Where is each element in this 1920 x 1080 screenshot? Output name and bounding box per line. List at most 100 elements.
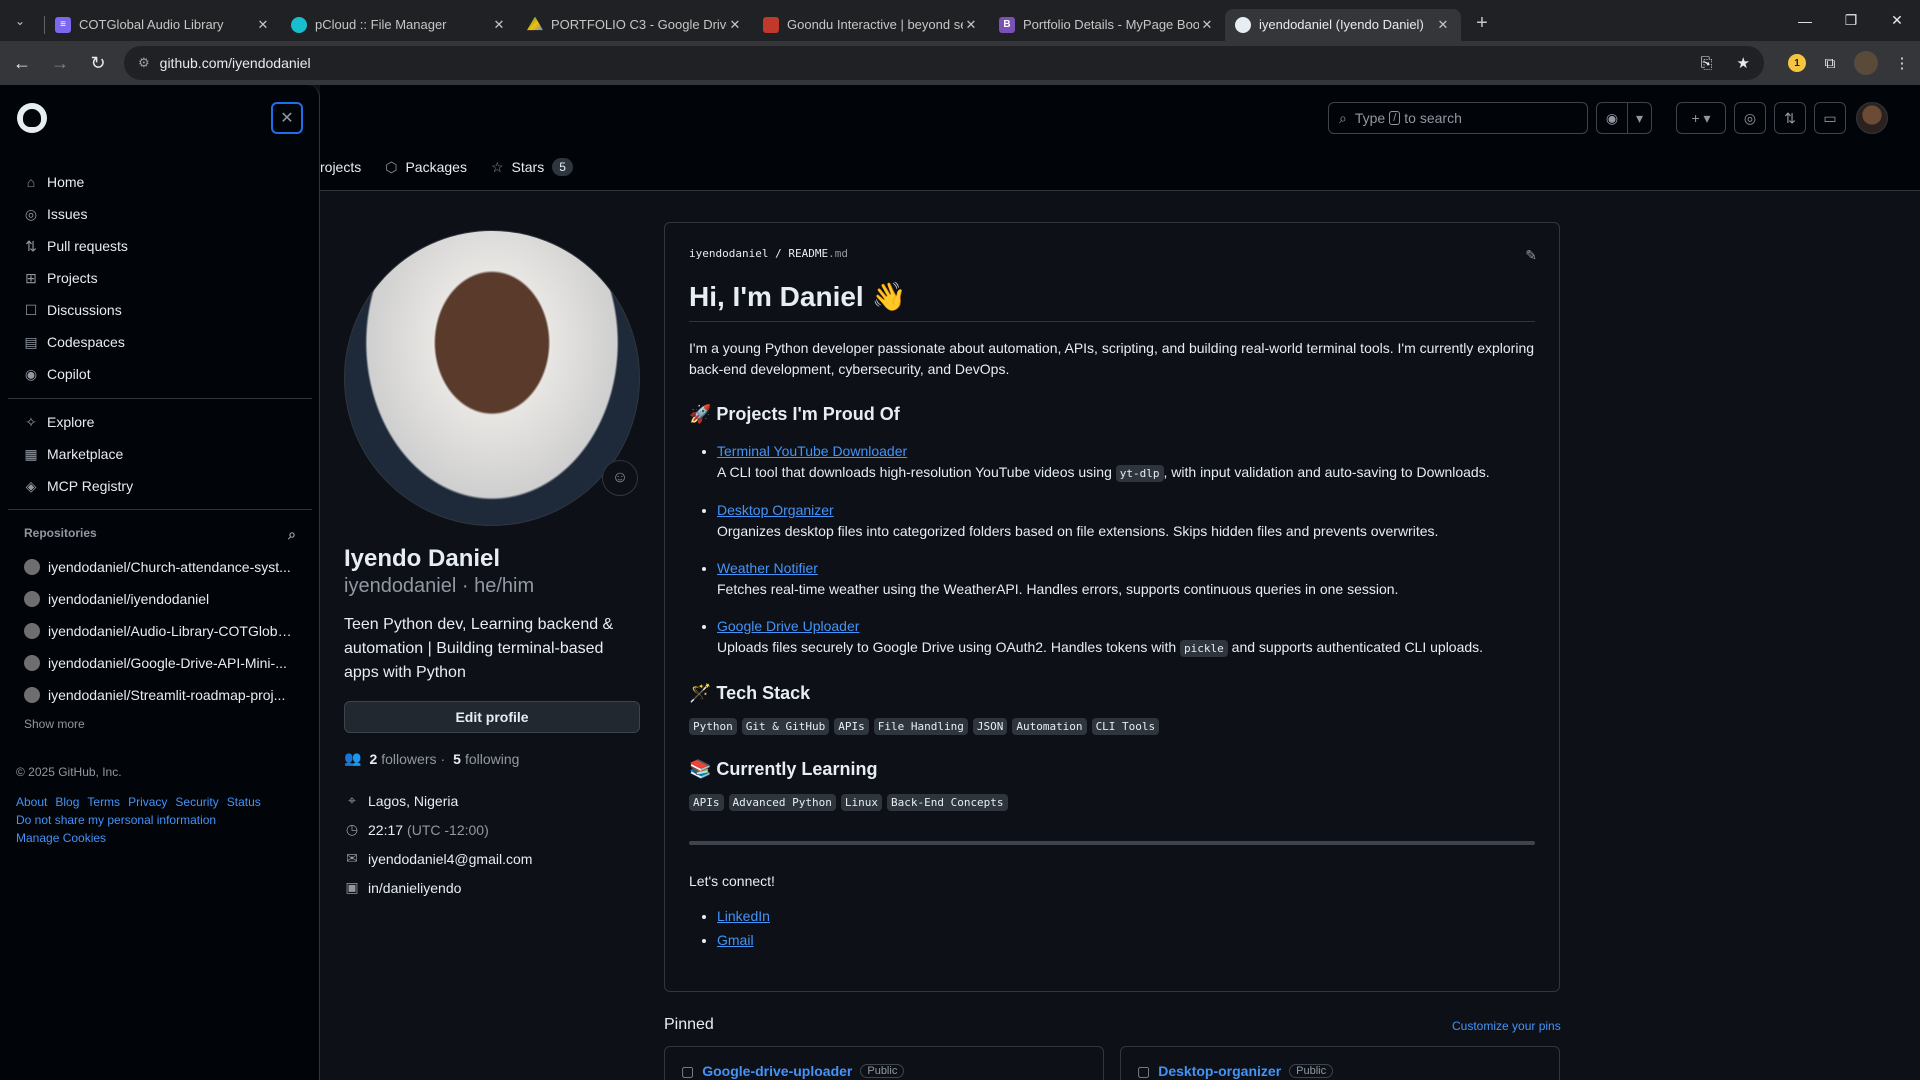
pinned-repo-card[interactable]: ▢ Google-drive-uploader Public [664,1046,1104,1080]
copilot-button[interactable]: ◉ [1596,102,1628,134]
following-count[interactable]: 5 [453,751,461,767]
extension-icon[interactable]: 1 [1788,54,1806,72]
inbox-icon[interactable]: ▭ [1814,102,1846,134]
readme-path-user[interactable]: iyendodaniel [689,247,768,260]
set-status-smiley-icon[interactable]: ☺ [602,460,638,496]
edit-profile-button[interactable]: Edit profile [344,701,640,733]
footer-link-about[interactable]: About [16,795,47,809]
user-avatar[interactable] [1856,102,1888,134]
close-tab-icon[interactable]: ✕ [963,17,979,33]
search-input[interactable]: ⌕ Type / to search [1328,102,1588,134]
browser-tab[interactable]: Goondu Interactive | beyond se ✕ [753,9,989,41]
repo-item[interactable]: iyendodaniel/Audio-Library-COTGloba... [8,615,312,647]
following-label[interactable]: following [465,751,519,767]
repo-item[interactable]: iyendodaniel/Google-Drive-API-Mini-... [8,647,312,679]
comment-icon: ☐ [24,301,38,318]
followers-label[interactable]: followers [381,751,436,767]
github-logo-icon[interactable] [17,103,47,133]
profile-avatar[interactable] [344,230,640,526]
footer-link-do-not-share[interactable]: Do not share my personal information [16,813,216,827]
nav-item-home[interactable]: ⌂ Home [8,166,312,198]
project-link[interactable]: Terminal YouTube Downloader [717,443,907,459]
footer-link-terms[interactable]: Terms [87,795,120,809]
close-window-icon[interactable]: ✕ [1874,0,1920,41]
repo-item[interactable]: iyendodaniel/iyendodaniel [8,583,312,615]
browser-tab[interactable]: ≡ COTGlobal Audio Library ✕ [45,9,281,41]
linkedin-link[interactable]: in/danieliyendo [368,880,461,896]
nav-item-explore[interactable]: ✧ Explore [8,406,312,438]
reload-icon[interactable]: ↻ [82,47,114,79]
nav-item-discussions[interactable]: ☐ Discussions [8,294,312,326]
browser-tab[interactable]: B Portfolio Details - MyPage Boot ✕ [989,9,1225,41]
site-info-icon[interactable]: ⚙ [138,55,150,71]
repo-name: iyendodaniel/Audio-Library-COTGloba... [48,623,296,639]
nav-item-issues[interactable]: ◎ Issues [8,198,312,230]
restore-icon[interactable]: ❐ [1828,0,1874,41]
close-drawer-button[interactable]: ✕ [271,102,303,134]
minimize-icon[interactable]: — [1782,0,1828,41]
extensions-puzzle-icon[interactable]: ⧉ [1814,47,1846,79]
browser-tab[interactable]: pCloud :: File Manager ✕ [281,9,517,41]
inline-code: yt-dlp [1115,465,1164,482]
edit-readme-pencil-icon[interactable]: ✎ [1525,247,1537,264]
people-icon: 👥 [344,750,362,766]
close-tab-icon[interactable]: ✕ [1199,17,1215,33]
pinned-repo-name[interactable]: Desktop-organizer [1158,1063,1281,1079]
email-detail: ✉ iyendodaniel4@gmail.com [344,850,532,867]
forward-icon[interactable]: → [44,47,76,79]
pinned-repo-name[interactable]: Google-drive-uploader [702,1063,852,1079]
gmail-link[interactable]: Gmail [717,932,754,948]
project-link[interactable]: Weather Notifier [717,560,818,576]
project-link[interactable]: Desktop Organizer [717,502,834,518]
install-app-icon[interactable]: ⎘ [1701,55,1713,72]
tab-stars[interactable]: ☆ Stars 5 [491,158,573,176]
linkedin-link[interactable]: LinkedIn [717,908,770,924]
address-bar[interactable]: ⚙ github.com/iyendodaniel ⎘ ★ [124,46,1764,80]
browser-tab-active[interactable]: iyendodaniel (Iyendo Daniel) ✕ [1225,8,1461,41]
learning-chips: APIs Advanced Python Linux Back-End Conc… [689,794,1535,811]
project-link[interactable]: Google Drive Uploader [717,618,859,634]
footer-link-manage-cookies[interactable]: Manage Cookies [16,831,106,845]
stack-chip: Automation [1012,718,1087,735]
repo-item[interactable]: iyendodaniel/Church-attendance-syst... [8,551,312,583]
telescope-icon: ✧ [25,413,37,430]
nav-item-copilot[interactable]: ◉ Copilot [8,358,312,390]
browser-tab[interactable]: PORTFOLIO C3 - Google Drive ✕ [517,9,753,41]
browser-menu-icon[interactable]: ⋮ [1886,47,1918,79]
create-new-button[interactable]: + ▾ [1676,102,1726,134]
close-tab-icon[interactable]: ✕ [255,17,271,33]
close-tab-icon[interactable]: ✕ [1435,17,1451,33]
copilot-dropdown-icon[interactable]: ▾ [1628,102,1652,134]
visibility-badge: Public [1289,1064,1334,1078]
followers-count[interactable]: 2 [369,751,377,767]
pinned-repo-card[interactable]: ▢ Desktop-organizer Public [1120,1046,1560,1080]
back-icon[interactable]: ← [6,47,38,79]
repo-search-icon[interactable]: ⌕ [288,526,296,543]
footer-link-security[interactable]: Security [175,795,218,809]
tab-projects[interactable]: rojects [320,159,361,175]
browser-profile-avatar[interactable] [1854,51,1878,75]
footer-link-blog[interactable]: Blog [55,795,79,809]
new-tab-button[interactable]: + [1467,12,1497,35]
repo-item[interactable]: iyendodaniel/Streamlit-roadmap-proj... [8,679,312,711]
close-tab-icon[interactable]: ✕ [727,17,743,33]
email-link[interactable]: iyendodaniel4@gmail.com [368,851,532,867]
nav-item-mcp-registry[interactable]: ◈ MCP Registry [8,470,312,502]
pull-requests-icon[interactable]: ⇅ [1774,102,1806,134]
tab-packages[interactable]: ⬡ Packages [385,159,467,176]
nav-item-projects[interactable]: ⊞ Projects [8,262,312,294]
footer-link-privacy[interactable]: Privacy [128,795,167,809]
tab-favicon-icon: B [999,16,1015,33]
close-tab-icon[interactable]: ✕ [491,17,507,33]
tab-search-icon[interactable]: ⌄ [0,0,40,41]
footer-link-status[interactable]: Status [227,795,261,809]
nav-item-marketplace[interactable]: ▦ Marketplace [8,438,312,470]
nav-item-codespaces[interactable]: ▤ Codespaces [8,326,312,358]
nav-item-pull-requests[interactable]: ⇅ Pull requests [8,230,312,262]
project-desc-tail: , with input validation and auto-saving … [1163,464,1490,480]
show-more-link[interactable]: Show more [24,717,85,731]
horizontal-rule [689,841,1535,845]
customize-pins-link[interactable]: Customize your pins [1452,1019,1561,1033]
bookmark-star-icon[interactable]: ★ [1737,54,1750,72]
issues-icon[interactable]: ◎ [1734,102,1766,134]
